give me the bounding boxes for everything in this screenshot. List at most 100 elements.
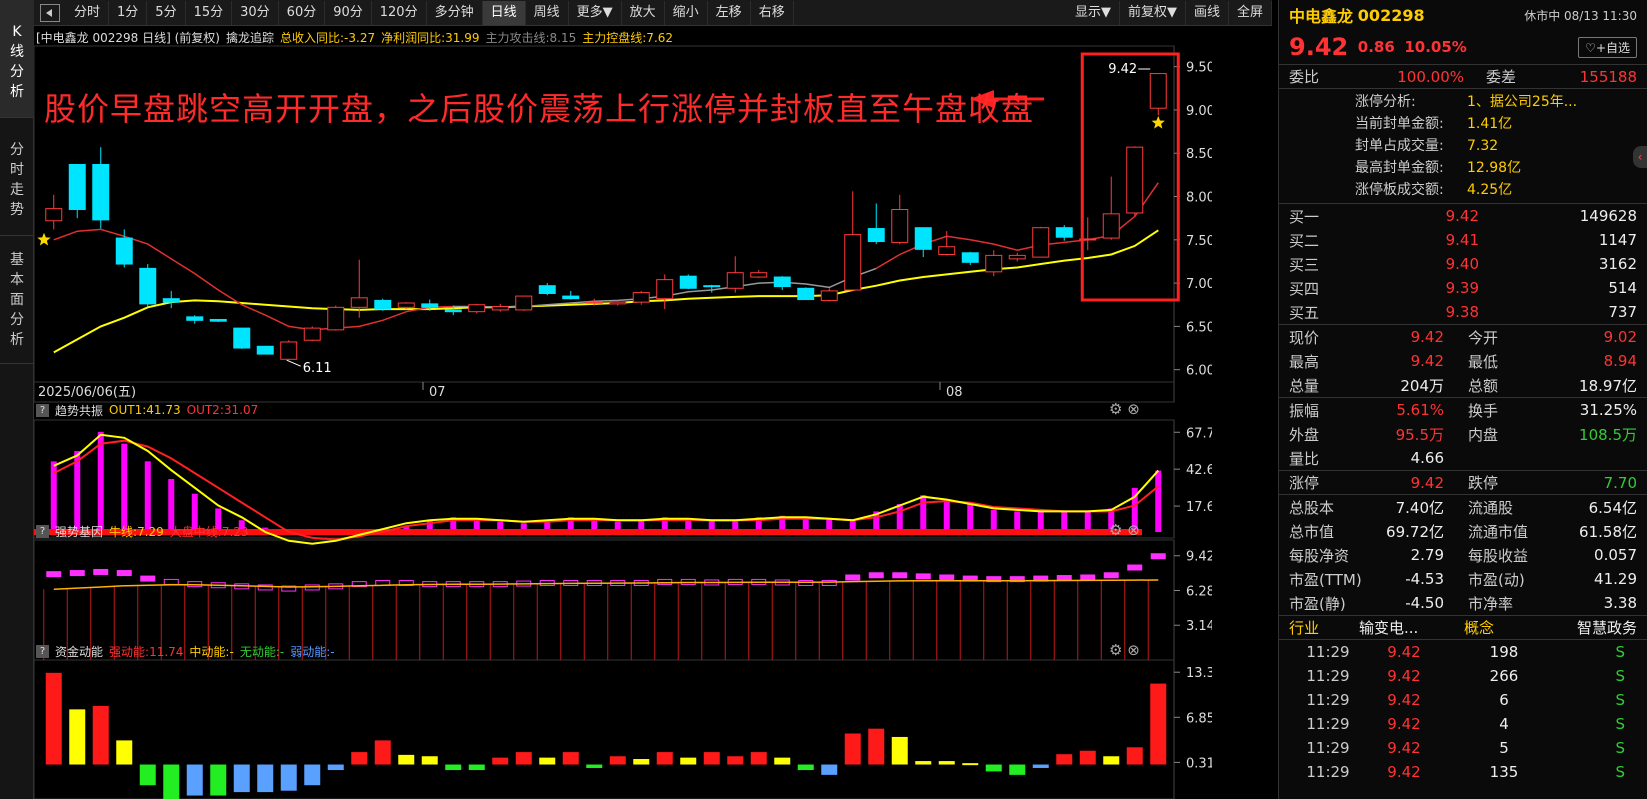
period-tab[interactable]: 1分	[109, 0, 148, 25]
toolbar-right-button[interactable]: 显示▼	[1067, 0, 1120, 25]
quote-label: 每股收益	[1468, 546, 1529, 565]
quote-row: 总量 204万 总额 18.97亿	[1279, 373, 1647, 397]
gear-icon[interactable]: ⚙	[1109, 521, 1122, 539]
limit-info-label: 涨停分析:	[1355, 94, 1416, 110]
period-tab[interactable]: 90分	[325, 0, 372, 25]
candle-body	[1149, 73, 1167, 109]
candle-body	[867, 228, 885, 243]
strong-title[interactable]: 强势基因	[55, 523, 103, 540]
period-tab[interactable]: 15分	[186, 0, 233, 25]
limit-info-row: 封单占成交量: 7.32	[1355, 135, 1647, 157]
order-price: 9.38	[1445, 303, 1479, 321]
quote-value: 31.25%	[1579, 401, 1637, 419]
sidebar-toggle-icon[interactable]	[40, 3, 60, 22]
order-book-row[interactable]: 买二 9.41 1147	[1279, 228, 1647, 252]
tick-side: S	[1615, 715, 1625, 733]
y-tick-label: 6.50	[1186, 320, 1212, 335]
period-tab[interactable]: 分时	[66, 0, 110, 25]
period-tab[interactable]: 30分	[232, 0, 279, 25]
limit-up-price: 9.42	[1410, 473, 1444, 492]
close-icon[interactable]: ⊗	[1127, 641, 1140, 659]
period-tab[interactable]: 60分	[279, 0, 326, 25]
industry-label[interactable]: 行业	[1289, 617, 1359, 638]
fund-bar	[374, 740, 391, 765]
out2-value: 31.07	[223, 403, 259, 417]
toolbar-right-button[interactable]: 画线	[1186, 0, 1229, 25]
help-icon[interactable]: ?	[36, 524, 49, 538]
limit-info-row: 当前封单金额: 1.41亿	[1355, 113, 1647, 135]
period-tab[interactable]: 120分	[372, 0, 427, 25]
nav-fundamental[interactable]: 基本面分析	[0, 236, 34, 364]
limit-down-price: 7.70	[1603, 473, 1637, 492]
gear-icon[interactable]: ⚙	[1109, 400, 1122, 418]
candle-body	[92, 163, 110, 221]
candle-body	[938, 246, 956, 256]
fund-bar	[844, 733, 861, 765]
candle-body	[68, 163, 86, 211]
limit-info-label: 涨停板成交额:	[1355, 182, 1444, 198]
stock-name: 中电鑫龙	[1289, 7, 1354, 26]
order-book-row[interactable]: 买四 9.39 514	[1279, 276, 1647, 300]
tick-row: 11:29 9.42 135 S	[1279, 760, 1647, 784]
order-book-row[interactable]: 买三 9.40 3162	[1279, 252, 1647, 276]
quote-label: 市盈(TTM)	[1289, 570, 1362, 589]
period-tab[interactable]: 更多▼	[569, 0, 622, 25]
period-tab[interactable]: 日线	[482, 0, 526, 25]
candle-body	[327, 306, 345, 331]
candle-body	[891, 209, 909, 243]
collapse-handle-icon[interactable]: ‹	[1633, 146, 1647, 168]
period-tab[interactable]: 缩小	[665, 0, 708, 25]
help-icon[interactable]: ?	[36, 644, 49, 658]
help-icon[interactable]: ?	[36, 403, 49, 417]
close-icon[interactable]: ⊗	[1127, 400, 1140, 418]
candle-body	[515, 295, 533, 311]
tick-side: S	[1615, 667, 1625, 685]
fund-bar	[280, 764, 297, 791]
limit-info-value: 1.41亿	[1467, 116, 1513, 132]
fund-bar	[210, 764, 227, 796]
y-tick-label: 9.50	[1186, 61, 1212, 76]
concept-label[interactable]: 概念	[1454, 617, 1532, 638]
nav-kline[interactable]: K线分析	[0, 0, 34, 118]
trend-title[interactable]: 趋势共振	[55, 402, 103, 419]
candle-body	[491, 305, 509, 311]
fund-info: ? 资金动能 强动能:11.74 中动能:- 无动能:- 弱动能:-	[36, 642, 335, 660]
candle-body	[914, 227, 932, 250]
strong-bar	[116, 570, 132, 577]
period-tab[interactable]: 5分	[147, 0, 186, 25]
nav-timeshare[interactable]: 分时走势	[0, 118, 34, 236]
candle-body	[726, 272, 744, 289]
candle-body	[1055, 227, 1073, 238]
concept-value[interactable]: 智慧政务	[1532, 617, 1637, 638]
strong-bar	[69, 570, 85, 577]
period-tab[interactable]: 右移	[751, 0, 794, 25]
strong-bar	[46, 571, 62, 578]
quote-label: 内盘	[1468, 425, 1499, 444]
industry-value[interactable]: 输变电...	[1359, 617, 1454, 638]
toolbar-right-button[interactable]: 全屏	[1229, 0, 1272, 25]
toolbar-right-button[interactable]: 前复权▼	[1120, 0, 1186, 25]
order-book-row[interactable]: 买五 9.38 737	[1279, 300, 1647, 324]
ma5-line	[53, 228, 454, 331]
out2-label: OUT2:31.07	[186, 403, 259, 417]
candle-body	[45, 208, 63, 222]
candle-body	[703, 285, 721, 288]
weibi-label: 委比	[1289, 68, 1320, 86]
period-tab[interactable]: 放大	[622, 0, 665, 25]
control-line: 主力控盘线:7.62	[582, 30, 674, 45]
indicator-name[interactable]: 擒龙追踪	[226, 29, 274, 46]
trend-info: ? 趋势共振 OUT1:41.73 OUT2:31.07	[36, 401, 258, 419]
trend-bar	[1014, 511, 1021, 532]
period-tab[interactable]: 左移	[708, 0, 751, 25]
gear-icon[interactable]: ⚙	[1109, 641, 1122, 659]
fund-title[interactable]: 资金动能	[55, 643, 103, 660]
period-tab[interactable]: 周线	[526, 0, 569, 25]
quote-row: 最高 9.42 最低 8.94	[1279, 349, 1647, 373]
fund-bar	[774, 757, 791, 765]
quote-label: 现价	[1289, 328, 1320, 347]
order-book-row[interactable]: 买一 9.42 149628	[1279, 204, 1647, 228]
quote-value: 9.42	[1410, 352, 1444, 370]
period-tab[interactable]: 多分钟	[427, 0, 483, 25]
close-icon[interactable]: ⊗	[1127, 521, 1140, 539]
add-watchlist-button[interactable]: ♡+自选	[1578, 36, 1637, 58]
